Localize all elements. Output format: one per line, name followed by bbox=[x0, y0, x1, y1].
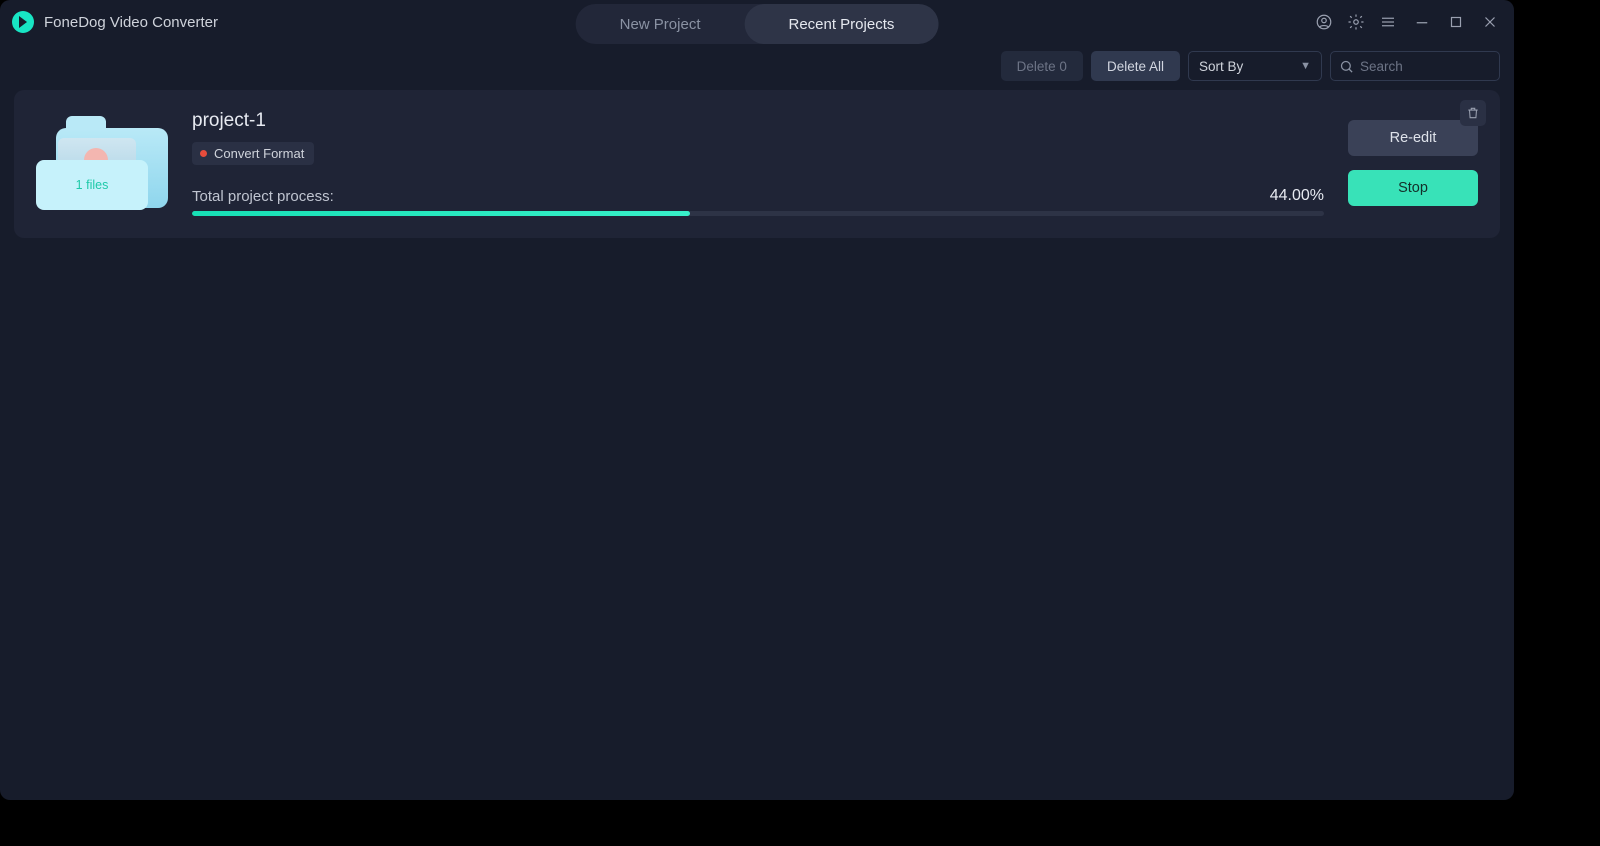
process-label: Total project process: bbox=[192, 188, 334, 205]
reedit-button[interactable]: Re-edit bbox=[1348, 120, 1478, 156]
app-logo-icon bbox=[12, 11, 34, 33]
tab-new-project[interactable]: New Project bbox=[576, 4, 745, 44]
titlebar-right bbox=[1312, 10, 1502, 34]
maximize-button[interactable] bbox=[1444, 10, 1468, 34]
titlebar-left: FoneDog Video Converter bbox=[12, 11, 218, 33]
chevron-down-icon: ▼ bbox=[1300, 60, 1311, 72]
stop-button[interactable]: Stop bbox=[1348, 170, 1478, 206]
progress-bar bbox=[192, 211, 1324, 216]
project-title: project-1 bbox=[192, 110, 1324, 132]
delete-project-button[interactable] bbox=[1460, 100, 1486, 126]
search-input[interactable] bbox=[1360, 59, 1490, 74]
project-badge-label: Convert Format bbox=[214, 146, 304, 161]
settings-gear-icon[interactable] bbox=[1344, 10, 1368, 34]
sort-by-dropdown[interactable]: Sort By ▼ bbox=[1188, 51, 1322, 81]
process-row: Total project process: 44.00% bbox=[192, 187, 1324, 205]
app-title: FoneDog Video Converter bbox=[44, 14, 218, 31]
status-dot-icon bbox=[200, 150, 207, 157]
progress-fill bbox=[192, 211, 690, 216]
tab-switcher: New Project Recent Projects bbox=[576, 4, 939, 44]
search-icon bbox=[1339, 59, 1354, 74]
project-badge: Convert Format bbox=[192, 142, 314, 165]
process-percent: 44.00% bbox=[1270, 187, 1324, 205]
project-card: 1 files project-1 Convert Format Total p… bbox=[14, 90, 1500, 238]
sort-by-label: Sort By bbox=[1199, 59, 1243, 74]
delete-count-button[interactable]: Delete 0 bbox=[1001, 51, 1083, 81]
folder-front-label: 1 files bbox=[36, 160, 148, 210]
titlebar: FoneDog Video Converter New Project Rece… bbox=[0, 0, 1514, 44]
trash-icon bbox=[1466, 106, 1480, 120]
project-thumbnail: 1 files bbox=[36, 110, 168, 210]
search-box[interactable] bbox=[1330, 51, 1500, 81]
menu-icon[interactable] bbox=[1376, 10, 1400, 34]
app-window: FoneDog Video Converter New Project Rece… bbox=[0, 0, 1514, 800]
project-actions: Re-edit Stop bbox=[1348, 110, 1478, 216]
project-main: project-1 Convert Format Total project p… bbox=[192, 110, 1324, 216]
tab-recent-projects[interactable]: Recent Projects bbox=[744, 4, 938, 44]
account-icon[interactable] bbox=[1312, 10, 1336, 34]
toolbar: Delete 0 Delete All Sort By ▼ bbox=[0, 44, 1514, 88]
delete-all-button[interactable]: Delete All bbox=[1091, 51, 1180, 81]
close-button[interactable] bbox=[1478, 10, 1502, 34]
minimize-button[interactable] bbox=[1410, 10, 1434, 34]
